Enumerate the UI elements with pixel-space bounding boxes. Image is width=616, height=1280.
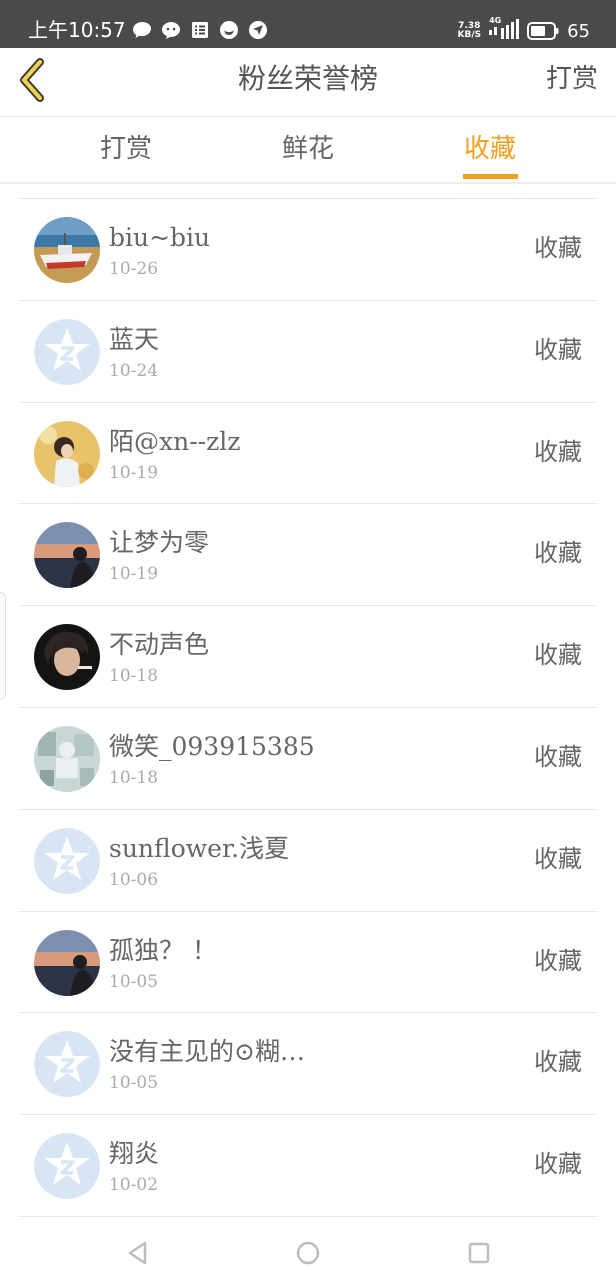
- square-recents-icon[interactable]: [466, 1240, 492, 1266]
- fan-action: 收藏: [534, 844, 582, 873]
- fan-name: 让梦为零: [109, 528, 210, 558]
- avatar[interactable]: [34, 217, 100, 283]
- list-item[interactable]: 孤独？ ！ 10-05 收藏: [18, 912, 598, 1014]
- list-item[interactable]: 陌@xn--zlz 10-19 收藏: [18, 403, 598, 505]
- avatar[interactable]: [34, 624, 100, 691]
- list-item[interactable]: 没有主见的⊙糊… 10-05 收藏: [18, 1013, 598, 1116]
- fan-date: 10-19: [109, 462, 159, 483]
- fan-name: 微笑_093915385: [109, 731, 315, 761]
- fan-action: 收藏: [534, 742, 582, 771]
- fan-date: 10-05: [109, 1073, 159, 1094]
- avatar[interactable]: [34, 1133, 100, 1200]
- side-drawer-handle[interactable]: [0, 592, 6, 700]
- portrait-dark-photo-icon: [34, 624, 100, 691]
- signal-group: 4G: [489, 16, 520, 43]
- default-avatar-icon: [34, 1133, 100, 1200]
- fan-action: 收藏: [534, 946, 582, 975]
- avatar[interactable]: [34, 725, 100, 792]
- avatar[interactable]: [34, 929, 100, 996]
- chat-bubble-icon: [133, 22, 151, 38]
- app-header: 粉丝荣誉榜 打赏: [0, 48, 616, 116]
- avatar[interactable]: [34, 522, 100, 589]
- network-type: 4G: [489, 16, 502, 25]
- fan-action: 收藏: [534, 234, 582, 262]
- fan-date: 10-24: [109, 360, 159, 381]
- fan-date: 10-26: [109, 259, 159, 279]
- default-avatar-icon: [34, 1031, 100, 1098]
- fan-action: 收藏: [534, 437, 582, 466]
- wechat-icon: [162, 22, 180, 39]
- app-icon: [220, 21, 238, 39]
- fan-name: 蓝天: [109, 324, 160, 354]
- default-avatar-icon: [34, 827, 100, 894]
- fan-name: 没有主见的⊙糊…: [109, 1037, 305, 1067]
- sunset-silhouette-photo-icon: [34, 522, 100, 589]
- status-right: 7.38 KB/S 4G 65: [457, 16, 590, 43]
- boat-photo-icon: [34, 217, 100, 283]
- active-tab-indicator: [463, 174, 518, 179]
- list-item[interactable]: biu~biu 10-26 收藏: [18, 199, 598, 301]
- fan-action: 收藏: [534, 1150, 582, 1179]
- fan-name: 不动声色: [109, 630, 210, 660]
- tab-favorites[interactable]: 收藏: [430, 131, 550, 167]
- circle-home-icon[interactable]: [295, 1240, 321, 1266]
- fan-list: biu~biu 10-26 收藏 蓝天 10-24 收藏 陌@xn--zlz 1…: [18, 198, 598, 1217]
- fan-name: 陌@xn--zlz: [109, 426, 241, 456]
- notification-icons: [132, 20, 268, 42]
- location-icon: [249, 21, 267, 39]
- tab-bar: 打赏 鲜花 收藏: [0, 116, 616, 184]
- sketch-photo-icon: [34, 725, 100, 792]
- fan-date: 10-06: [109, 869, 159, 890]
- tip-button[interactable]: 打赏: [546, 62, 598, 96]
- avatar[interactable]: [34, 827, 100, 894]
- fan-date: 10-02: [109, 1175, 159, 1196]
- fan-date: 10-18: [109, 666, 159, 687]
- battery-icon: [527, 22, 559, 40]
- battery-percent: 65: [567, 20, 590, 42]
- notes-icon: [192, 22, 208, 38]
- fan-action: 收藏: [534, 1048, 582, 1077]
- net-speed: 7.38 KB/S: [457, 21, 482, 40]
- fan-name: 翔炎: [109, 1139, 160, 1169]
- fan-name: 孤独？ ！: [109, 935, 217, 965]
- status-bar: 上午10:57 7.38 KB/S 4G 65: [0, 0, 616, 48]
- status-time: 上午10:57: [28, 18, 126, 42]
- fan-name: sunflower.浅夏: [109, 833, 290, 863]
- fan-action: 收藏: [534, 335, 582, 364]
- fan-action: 收藏: [534, 539, 582, 568]
- list-item[interactable]: sunflower.浅夏 10-06 收藏: [18, 810, 598, 912]
- list-item[interactable]: 让梦为零 10-19 收藏: [18, 504, 598, 607]
- fan-date: 10-19: [109, 564, 159, 585]
- page-title: 粉丝荣誉榜: [237, 62, 378, 95]
- list-item[interactable]: 蓝天 10-24 收藏: [18, 301, 598, 403]
- fan-date: 10-18: [109, 767, 159, 788]
- avatar[interactable]: [34, 318, 100, 385]
- triangle-back-icon[interactable]: [125, 1240, 151, 1266]
- fan-date: 10-05: [109, 971, 159, 992]
- list-item[interactable]: 微笑_093915385 10-18 收藏: [18, 708, 598, 810]
- list-item[interactable]: 不动声色 10-18 收藏: [18, 606, 598, 708]
- fan-name: biu~biu: [109, 223, 211, 252]
- sunset-silhouette-photo-icon: [34, 929, 100, 996]
- default-avatar-icon: [34, 318, 100, 385]
- avatar[interactable]: [34, 1031, 100, 1098]
- tab-tip[interactable]: 打赏: [66, 131, 186, 167]
- list-item[interactable]: 翔炎 10-02 收藏: [18, 1115, 598, 1217]
- tab-flowers[interactable]: 鲜花: [248, 131, 368, 167]
- avatar[interactable]: [34, 420, 100, 487]
- girl-field-photo-icon: [34, 420, 100, 487]
- system-nav-bar: [0, 1228, 616, 1280]
- fan-action: 收藏: [534, 641, 582, 670]
